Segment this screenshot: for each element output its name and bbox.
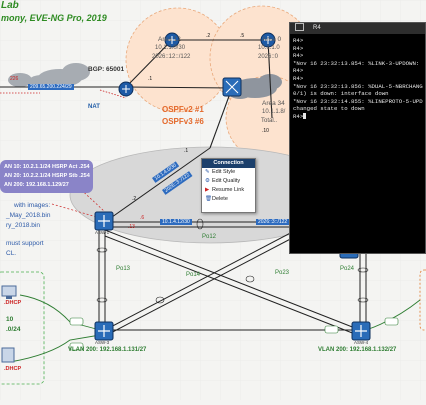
po14-label: Po14 (186, 272, 201, 278)
note-line-3: ry_2018.bin (6, 222, 40, 229)
port-r1: .1 (148, 76, 153, 82)
menu-edit-style[interactable]: ✎ Edit Style (202, 168, 255, 177)
lab-title: Lab (1, 0, 19, 11)
area-34-extra: Total.. (261, 118, 278, 124)
note-line-2: _May_2018.bin (6, 212, 51, 219)
switch-asw3[interactable] (94, 321, 114, 341)
dhcp-label-2: .DHCP (4, 366, 22, 372)
lab-subtitle: mony, EVE-NG Pro, 2019 (1, 13, 107, 23)
menu-edit-quality[interactable]: ⚙ Edit Quality (202, 177, 255, 186)
ospfv2-label: OSPFv2 #1 (162, 105, 204, 114)
vlan200-left-label: VLAN 200: 192.168.1.131/27 (68, 347, 147, 353)
router-r3-switch[interactable] (222, 77, 242, 97)
switch-dsw1[interactable] (94, 211, 114, 231)
link-subnet-4: 2026::3::/122 (256, 219, 290, 225)
area-0-net: 10.1.1.0 (258, 45, 280, 51)
router-r1[interactable] (118, 81, 134, 97)
port-r2: .2 (206, 33, 211, 39)
note-line-5: CL. (6, 250, 17, 257)
vlan200-right-label: VLAN 200: 192.168.1.132/27 (318, 347, 397, 353)
port-mls: .1 (184, 148, 189, 154)
quality-icon: ⚙ (205, 178, 210, 184)
port-dsw1c: .13 (128, 224, 135, 230)
port-r4: .10 (262, 128, 269, 134)
bgp-label: BGP: 65001 (88, 66, 125, 73)
vlan-200-line: AN 200: 192.168.1.129/27 (4, 182, 69, 188)
play-icon: ▶ (205, 187, 210, 193)
menu-delete[interactable]: 🗑Delete (202, 195, 255, 204)
link-subnet-3: 10.1.4.12/30 (160, 219, 192, 225)
area-12-net: 10.1.1.0/30 (155, 45, 186, 51)
area-0-name: Area 0 (262, 36, 282, 43)
inet-subnet: 209.65.200.224/29 (28, 84, 74, 90)
port-226: 226 (10, 76, 19, 82)
vlan-10-num: 10 (6, 316, 14, 323)
port-dsw1b: .6 (140, 215, 145, 221)
topology-canvas[interactable]: Lab mony, EVE-NG Pro, 2019 Area 12 10.1.… (0, 0, 426, 400)
host-pc-2[interactable] (1, 347, 15, 363)
note-line-4: must support (6, 240, 44, 247)
vlan-10-subnet: .0/24 (6, 326, 21, 333)
menu-resume-link[interactable]: ▶ Resume Link (202, 186, 255, 195)
port-r2b: .5 (240, 33, 245, 39)
switch-asw4[interactable] (351, 321, 371, 341)
terminal-window[interactable]: R4 R4> R4> R4> *Nov 16 23:32:13.854: %LINK-… (289, 22, 426, 254)
note-line-1: with images: (14, 202, 51, 209)
trash-icon: 🗑 (205, 196, 212, 202)
edit-style-icon: ✎ (205, 169, 210, 175)
switch-asw4-label: ASW-4 (354, 340, 369, 345)
area-12-name: Area 12 (158, 36, 181, 43)
switch-asw1-label: ASW-1 (95, 230, 110, 235)
po24-label: Po24 (340, 266, 355, 272)
vlan-20-line: AN 20: 10.2.2.1/24 HSRP Stb .254 (4, 173, 90, 179)
terminal-icon (295, 23, 304, 32)
terminal-output[interactable]: R4> R4> R4> *Nov 16 23:32:13.854: %LINK-3-U… (290, 34, 425, 251)
terminal-titlebar[interactable]: R4 (290, 23, 425, 34)
terminal-cursor (303, 113, 307, 120)
dhcp-label-1: .DHCP (4, 300, 22, 306)
area-34-name: Area 34 (262, 100, 285, 107)
area-0-v6: 2026::0 (258, 54, 279, 60)
vlan-info-box: AN 10: 10.2.1.1/24 HSRP Act .254 AN 20: … (0, 160, 93, 193)
po23-label: Po23 (275, 270, 290, 276)
ospfv3-label: OSPFv3 #6 (162, 117, 204, 126)
connection-context-menu: Connection ✎ Edit Style ⚙ Edit Quality ▶ Re… (201, 158, 256, 213)
nat-label: NAT (88, 104, 100, 110)
po13-label: Po13 (116, 266, 131, 272)
context-menu-header: Connection (202, 159, 255, 168)
switch-asw3-label: ASW-3 (95, 340, 110, 345)
terminal-title: R4 (313, 25, 321, 31)
area-34-net: 10.1.1.8/ (262, 109, 286, 115)
port-dsw1: .2 (132, 196, 137, 202)
vlan-10-line: AN 10: 10.2.1.1/24 HSRP Act .254 (4, 164, 90, 170)
area-12-v6: 2026::12::/122 (152, 54, 191, 60)
po12-label: Po12 (202, 234, 217, 240)
